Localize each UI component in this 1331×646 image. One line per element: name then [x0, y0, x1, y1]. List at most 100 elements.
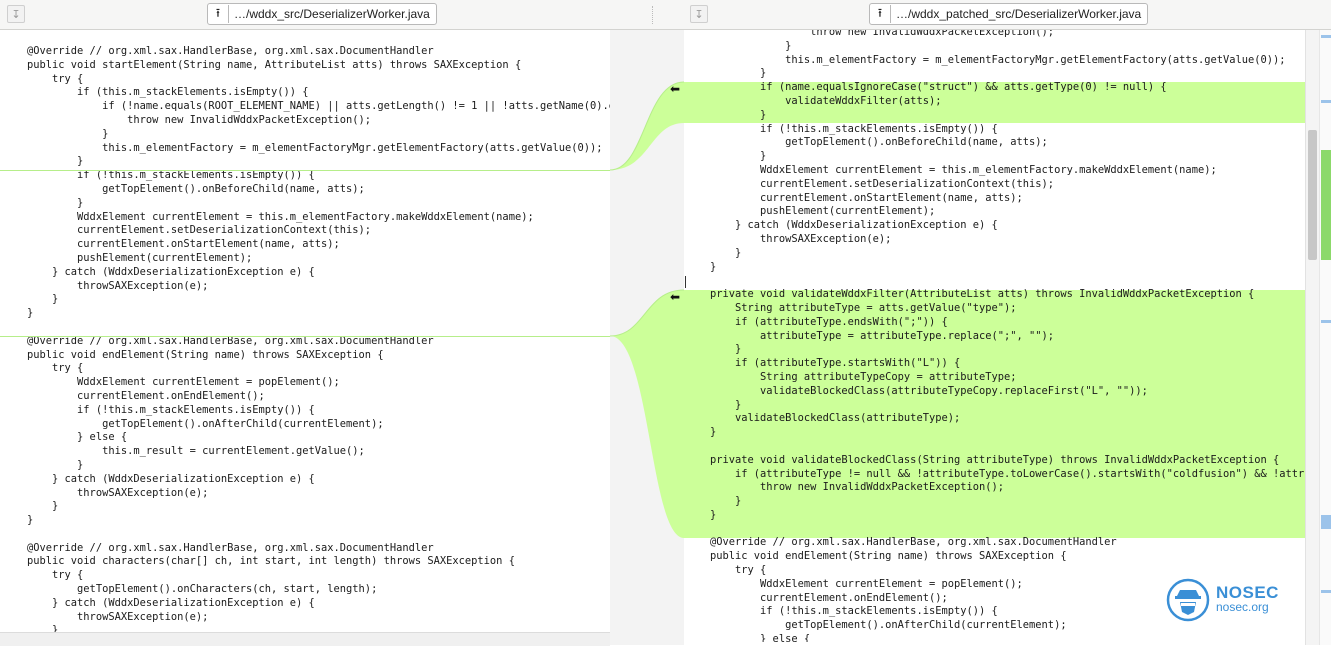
code-line: try { [710, 564, 767, 577]
code-line: if (!name.equals(ROOT_ELEMENT_NAME) || a… [27, 100, 610, 113]
code-line: } [710, 398, 742, 411]
code-line: private void validateBlockedClass(String… [710, 453, 1280, 466]
code-line: } [27, 196, 84, 209]
left-file-path: …/wddx_src/DeserializerWorker.java [234, 7, 430, 21]
code-line: if (this.m_stackElements.isEmpty()) { [27, 86, 309, 99]
left-code-pane[interactable]: @Override // org.xml.sax.HandlerBase, or… [0, 30, 610, 632]
code-line: } [27, 127, 109, 140]
code-line: validateBlockedClass(attributeTypeCopy.r… [710, 384, 1148, 397]
code-line: pushElement(currentElement); [27, 251, 253, 264]
code-line: if (name.equalsIgnoreCase("struct") && a… [710, 81, 1167, 94]
diff-connector-graphic [610, 81, 684, 538]
horizontal-scrollbar[interactable] [0, 632, 610, 646]
code-line: throw new InvalidWddxPacketException(); [27, 113, 372, 126]
scrollbar-thumb[interactable] [1308, 130, 1317, 260]
code-line: public void endElement(String name) thro… [710, 550, 1067, 563]
text-cursor [685, 276, 686, 288]
code-line: if (attributeType.startsWith("L")) { [710, 357, 961, 370]
code-line: attributeType = attributeType.replace(";… [710, 329, 1055, 342]
code-line: if (attributeType.endsWith(";")) { [710, 315, 948, 328]
download-icon[interactable]: ↧ [7, 5, 25, 23]
overview-mark [1321, 590, 1331, 593]
code-line: } [710, 246, 742, 259]
code-line: getTopElement().onCharacters(ch, start, … [27, 583, 378, 596]
code-line: validateBlockedClass(attributeType); [710, 412, 961, 425]
left-code-text: @Override // org.xml.sax.HandlerBase, or… [27, 45, 610, 632]
code-line: } else { [710, 633, 811, 642]
code-line: WddxElement currentElement = this.m_elem… [710, 163, 1217, 176]
left-download-slot: ↧ [7, 3, 25, 25]
right-file-path-box[interactable]: ⭱ …/wddx_patched_src/DeserializerWorker.… [869, 3, 1149, 25]
code-line: throwSAXException(e); [27, 486, 209, 499]
code-line: } [710, 150, 767, 163]
code-line: public void characters(char[] ch, int st… [27, 555, 515, 568]
upload-icon[interactable]: ⭱ [208, 5, 229, 23]
code-line: } [710, 508, 717, 521]
left-file-header: ⭱ …/wddx_src/DeserializerWorker.java [207, 3, 437, 25]
overview-mark [1321, 100, 1331, 103]
code-line: private void validateWddxFilter(Attribut… [710, 288, 1255, 301]
code-line: try { [27, 72, 84, 85]
code-line: throw new InvalidWddxPacketException(); [710, 481, 1005, 494]
code-line: throwSAXException(e); [27, 279, 209, 292]
code-line: } [710, 39, 792, 52]
code-line: String attributeTypeCopy = attributeType… [710, 370, 1017, 383]
overview-mark [1321, 320, 1331, 323]
code-line: if (!this.m_stackElements.isEmpty()) { [710, 122, 998, 135]
code-line: getTopElement().onBeforeChild(name, atts… [710, 136, 1048, 149]
code-line: this.m_elementFactory = m_elementFactory… [710, 53, 1286, 66]
code-line: } catch (WddxDeserializationException e)… [27, 265, 315, 278]
logo-name: NOSEC [1216, 583, 1279, 602]
code-line: if (!this.m_stackElements.isEmpty()) { [27, 403, 315, 416]
download-icon[interactable]: ↧ [690, 5, 708, 23]
code-line: } [710, 426, 717, 439]
right-code-pane[interactable]: throw new InvalidWddxPacketException(); … [684, 30, 1305, 642]
right-file-header: ⭱ …/wddx_patched_src/DeserializerWorker.… [869, 3, 1149, 25]
right-file-path: …/wddx_patched_src/DeserializerWorker.ja… [896, 7, 1142, 21]
code-line: } [710, 495, 742, 508]
code-line: this.m_result = currentElement.getValue(… [27, 445, 365, 458]
code-line: @Override // org.xml.sax.HandlerBase, or… [27, 45, 434, 57]
code-line: validateWddxFilter(atts); [710, 94, 942, 107]
code-line: currentElement.onStartElement(name, atts… [710, 191, 1023, 204]
code-line: } [27, 293, 59, 306]
logo-domain: nosec.org [1216, 600, 1269, 614]
code-line: throwSAXException(e); [710, 232, 892, 245]
revert-arrow-icon[interactable]: ⬅ [670, 290, 680, 304]
code-line: currentElement.onStartElement(name, atts… [27, 238, 340, 251]
vertical-scrollbar[interactable] [1305, 30, 1320, 645]
connector-insert-2 [610, 290, 684, 538]
right-code-text: throw new InvalidWddxPacketException(); … [710, 30, 1304, 642]
overview-mark [1321, 150, 1331, 260]
code-line: throw new InvalidWddxPacketException(); [710, 30, 1055, 38]
left-file-path-box[interactable]: ⭱ …/wddx_src/DeserializerWorker.java [207, 3, 437, 25]
code-line: } catch (WddxDeserializationException e)… [27, 596, 315, 609]
code-line: } [710, 108, 767, 121]
code-line: } catch (WddxDeserializationException e)… [27, 472, 315, 485]
code-line: try { [27, 569, 84, 582]
diff-overview-ruler[interactable] [1319, 30, 1331, 645]
code-line: getTopElement().onAfterChild(currentElem… [27, 417, 384, 430]
code-line: pushElement(currentElement); [710, 205, 936, 218]
revert-arrow-icon[interactable]: ⬅ [670, 82, 680, 96]
code-line: this.m_elementFactory = m_elementFactory… [27, 141, 603, 154]
code-line: WddxElement currentElement = popElement(… [27, 376, 340, 389]
code-line: if (!this.m_stackElements.isEmpty()) { [27, 169, 315, 182]
code-line: } [27, 500, 59, 513]
code-line: } [710, 343, 742, 356]
code-line: currentElement.setDeserializationContext… [27, 224, 372, 237]
upload-icon[interactable]: ⭱ [870, 5, 891, 23]
code-line: if (attributeType != null && !attributeT… [710, 467, 1305, 480]
code-line: } [27, 624, 59, 632]
code-line: } [710, 260, 717, 273]
code-line: WddxElement currentElement = this.m_elem… [27, 210, 534, 223]
nosec-logo-icon [1166, 578, 1210, 622]
left-insert-marker-1 [0, 170, 610, 171]
left-insert-marker-2 [0, 336, 610, 337]
code-line: try { [27, 362, 84, 375]
right-download-slot: ↧ [690, 3, 708, 25]
code-line: public void startElement(String name, At… [27, 58, 522, 71]
